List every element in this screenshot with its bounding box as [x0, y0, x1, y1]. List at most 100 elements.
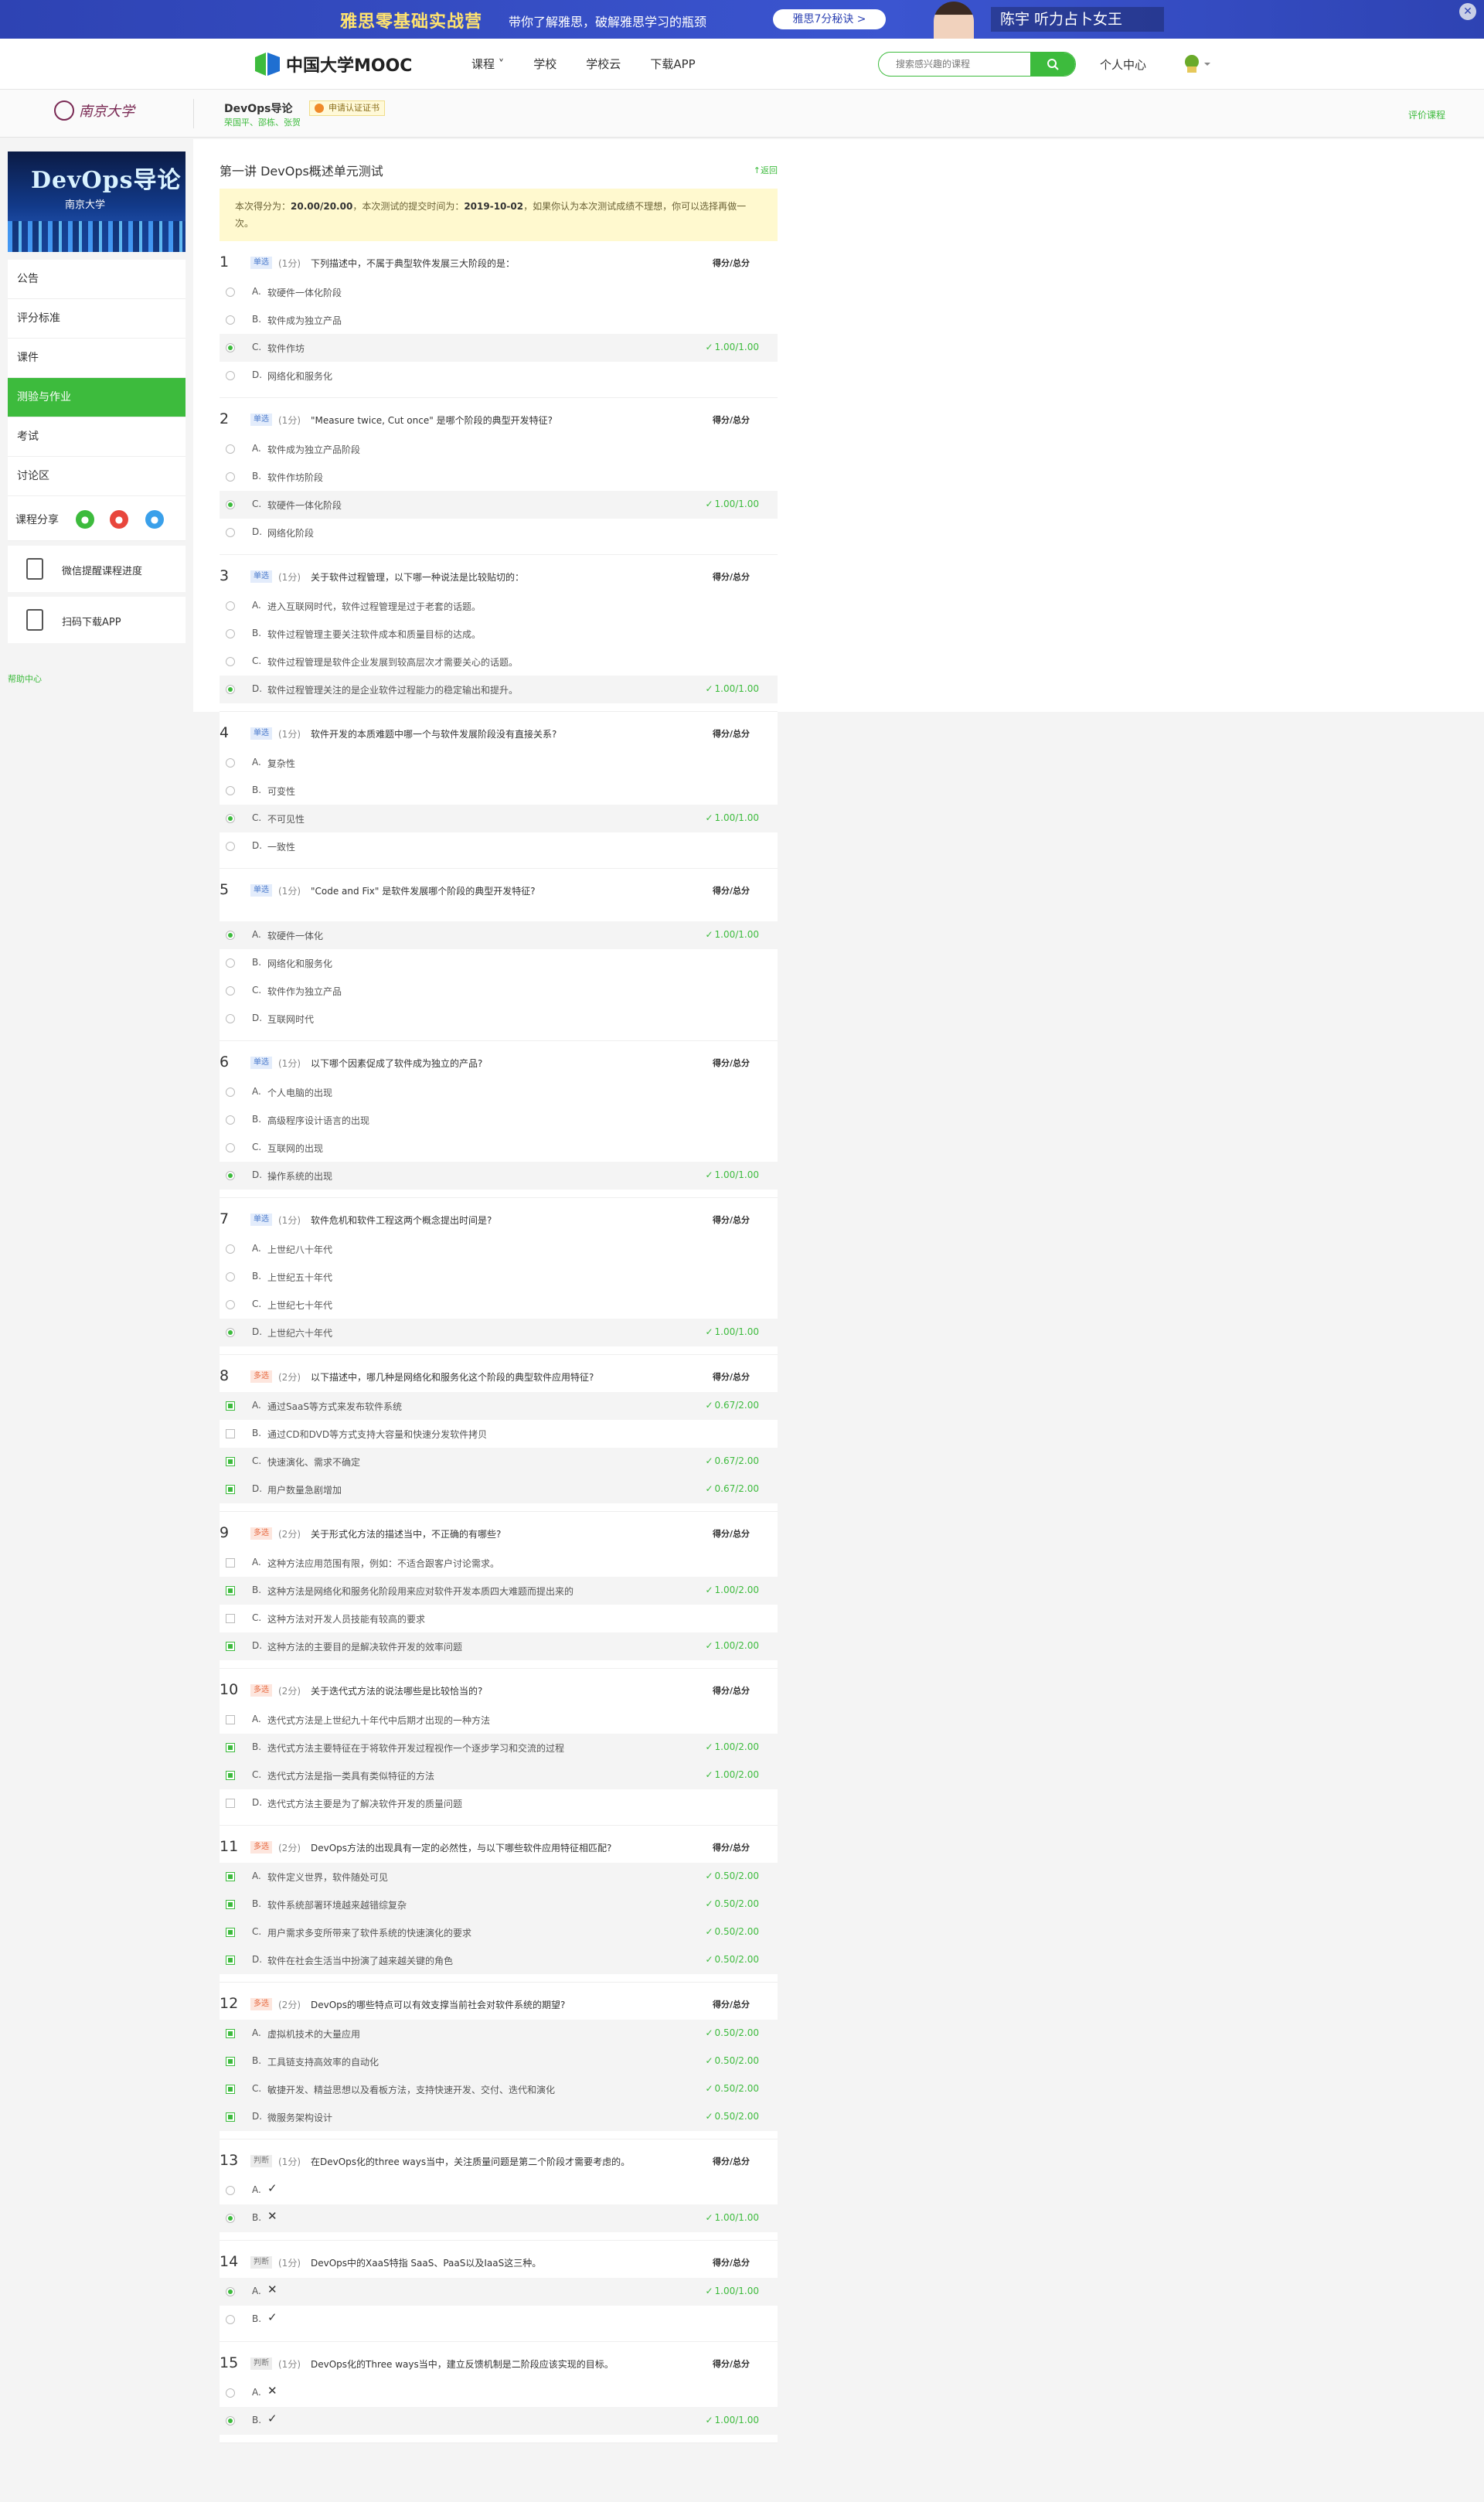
radio-button[interactable] — [226, 986, 235, 996]
answer-option[interactable]: C. 敏捷开发、精益思想以及看板方法，支持快速开发、交付、迭代和演化 ✓ 0.50… — [220, 2075, 778, 2103]
sidebar-item-quizzes[interactable]: 测验与作业 — [8, 378, 186, 417]
checkbox[interactable] — [226, 1771, 235, 1780]
radio-button[interactable] — [226, 371, 235, 380]
answer-option[interactable]: D. 一致性 — [220, 832, 778, 860]
back-link[interactable]: ↑返回 — [754, 164, 778, 176]
checkbox[interactable] — [226, 1743, 235, 1752]
nav-item-school-cloud[interactable]: 学校云 — [586, 56, 621, 72]
radio-button[interactable] — [226, 528, 235, 537]
answer-option[interactable]: B. 上世纪五十年代 — [220, 1263, 778, 1291]
qq-icon[interactable]: ● — [145, 510, 164, 529]
radio-button[interactable] — [226, 343, 235, 352]
download-app-card[interactable]: 扫码下载APP — [8, 597, 186, 643]
answer-option[interactable]: C. 上世纪七十年代 — [220, 1291, 778, 1319]
checkbox[interactable] — [226, 1485, 235, 1494]
weibo-icon[interactable]: ● — [110, 510, 128, 529]
answer-option[interactable]: D. 用户数量急剧增加 ✓ 0.67/2.00 — [220, 1476, 778, 1503]
close-icon[interactable]: ✕ — [1459, 3, 1476, 20]
checkbox[interactable] — [226, 2112, 235, 2122]
answer-option[interactable]: B. 网络化和服务化 — [220, 949, 778, 977]
answer-option[interactable]: D. 软件在社会生活当中扮演了越来越关键的角色 ✓ 0.50/2.00 — [220, 1946, 778, 1974]
checkbox[interactable] — [226, 1799, 235, 1808]
answer-option[interactable]: A. 个人电脑的出现 — [220, 1078, 778, 1106]
avatar[interactable] — [1181, 53, 1210, 76]
answer-option[interactable]: B. 软件过程管理主要关注软件成本和质量目标的达成。 — [220, 620, 778, 648]
answer-option[interactable]: D. 操作系统的出现 ✓ 1.00/1.00 — [220, 1162, 778, 1190]
answer-option[interactable]: B. 迭代式方法主要特征在于将软件开发过程视作一个逐步学习和交流的过程 ✓ 1.0… — [220, 1734, 778, 1762]
course-name[interactable]: DevOps导论 — [224, 100, 293, 116]
radio-button[interactable] — [226, 657, 235, 666]
answer-option[interactable]: A. 软件定义世界，软件随处可见 ✓ 0.50/2.00 — [220, 1863, 778, 1891]
radio-button[interactable] — [226, 2214, 235, 2223]
nav-item-courses[interactable]: 课程 ˅ — [471, 56, 504, 72]
answer-option[interactable]: A. ✓ — [220, 2177, 778, 2204]
answer-option[interactable]: B. 可变性 — [220, 777, 778, 805]
sidebar-item-exam[interactable]: 考试 — [8, 417, 186, 457]
radio-button[interactable] — [226, 2186, 235, 2195]
checkbox[interactable] — [226, 1558, 235, 1568]
answer-option[interactable]: A. ✕ — [220, 2379, 778, 2407]
radio-button[interactable] — [226, 958, 235, 968]
checkbox[interactable] — [226, 2085, 235, 2094]
answer-option[interactable]: B. ✓ — [220, 2306, 778, 2333]
answer-option[interactable]: B. ✕ ✓ 1.00/1.00 — [220, 2204, 778, 2232]
ad-banner[interactable]: 雅思零基础实战营 带你了解雅思，破解雅思学习的瓶颈 雅思7分秘诀 > 陈宇 听力… — [0, 0, 1484, 39]
answer-option[interactable]: A. 通过SaaS等方式来发布软件系统 ✓ 0.67/2.00 — [220, 1392, 778, 1420]
answer-option[interactable]: A. 上世纪八十年代 — [220, 1235, 778, 1263]
search-button[interactable] — [1030, 53, 1075, 76]
radio-button[interactable] — [226, 315, 235, 325]
sidebar-item-forum[interactable]: 讨论区 — [8, 457, 186, 496]
checkbox[interactable] — [226, 1401, 235, 1411]
radio-button[interactable] — [226, 444, 235, 454]
answer-option[interactable]: C. 互联网的出现 — [220, 1134, 778, 1162]
radio-button[interactable] — [226, 472, 235, 482]
checkbox[interactable] — [226, 1715, 235, 1724]
search-input[interactable] — [879, 53, 1030, 76]
radio-button[interactable] — [226, 1300, 235, 1309]
site-logo[interactable]: 中国大学MOOC — [254, 51, 412, 77]
apply-certificate-button[interactable]: 申请认证证书 — [309, 100, 385, 116]
checkbox[interactable] — [226, 1642, 235, 1651]
checkbox[interactable] — [226, 1429, 235, 1438]
answer-option[interactable]: A. 软硬件一体化 ✓ 1.00/1.00 — [220, 921, 778, 949]
answer-option[interactable]: C. 迭代式方法是指一类具有类似特征的方法 ✓ 1.00/2.00 — [220, 1762, 778, 1789]
checkbox[interactable] — [226, 2029, 235, 2038]
evaluate-course-link[interactable]: 评价课程 — [1408, 108, 1445, 121]
answer-option[interactable]: B. 软件成为独立产品 — [220, 306, 778, 334]
wechat-reminder-card[interactable]: 微信提醒课程进度 — [8, 546, 186, 592]
answer-option[interactable]: A. 软硬件一体化阶段 — [220, 278, 778, 306]
answer-option[interactable]: A. 虚拟机技术的大量应用 ✓ 0.50/2.00 — [220, 2020, 778, 2048]
radio-button[interactable] — [226, 2388, 235, 2398]
answer-option[interactable]: B. 高级程序设计语言的出现 — [220, 1106, 778, 1134]
sidebar-item-courseware[interactable]: 课件 — [8, 339, 186, 378]
checkbox[interactable] — [226, 1900, 235, 1909]
radio-button[interactable] — [226, 814, 235, 823]
answer-option[interactable]: D. 迭代式方法主要是为了解决软件开发的质量问题 — [220, 1789, 778, 1817]
checkbox[interactable] — [226, 1928, 235, 1937]
answer-option[interactable]: D. 这种方法的主要目的是解决软件开发的效率问题 ✓ 1.00/2.00 — [220, 1632, 778, 1660]
answer-option[interactable]: C. 软硬件一体化阶段 ✓ 1.00/1.00 — [220, 491, 778, 519]
radio-button[interactable] — [226, 601, 235, 611]
radio-button[interactable] — [226, 931, 235, 940]
radio-button[interactable] — [226, 1171, 235, 1180]
radio-button[interactable] — [226, 1143, 235, 1152]
radio-button[interactable] — [226, 1328, 235, 1337]
nav-item-download-app[interactable]: 下载APP — [650, 56, 695, 72]
radio-button[interactable] — [226, 500, 235, 509]
radio-button[interactable] — [226, 2315, 235, 2324]
checkbox[interactable] — [226, 1872, 235, 1881]
radio-button[interactable] — [226, 1272, 235, 1282]
personal-center-link[interactable]: 个人中心 — [1100, 56, 1146, 73]
sidebar-item-grading[interactable]: 评分标准 — [8, 299, 186, 339]
answer-option[interactable]: C. 软件作坊 ✓ 1.00/1.00 — [220, 334, 778, 362]
answer-option[interactable]: C. 不可见性 ✓ 1.00/1.00 — [220, 805, 778, 832]
answer-option[interactable]: B. 这种方法是网络化和服务化阶段用来应对软件开发本质四大难题而提出来的 ✓ 1.… — [220, 1577, 778, 1605]
radio-button[interactable] — [226, 288, 235, 297]
answer-option[interactable]: A. ✕ ✓ 1.00/1.00 — [220, 2278, 778, 2306]
radio-button[interactable] — [226, 685, 235, 694]
course-teachers[interactable]: 荣国平、邵栋、张贺 — [224, 116, 301, 128]
answer-option[interactable]: B. 工具链支持高效率的自动化 ✓ 0.50/2.00 — [220, 2048, 778, 2075]
help-center-link[interactable]: 帮助中心 — [8, 672, 42, 685]
checkbox[interactable] — [226, 2057, 235, 2066]
answer-option[interactable]: C. 软件作为独立产品 — [220, 977, 778, 1005]
